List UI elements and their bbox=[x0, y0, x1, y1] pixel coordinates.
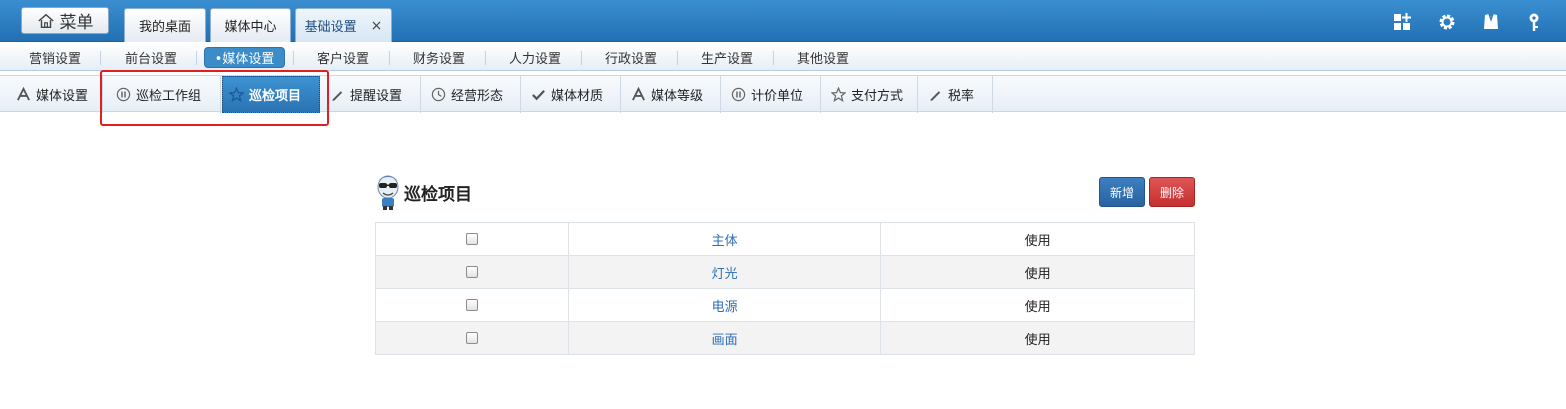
page-title: 巡检项目 bbox=[375, 172, 472, 212]
subnav-label: 税率 bbox=[948, 89, 975, 104]
add-button[interactable]: 新增 bbox=[1099, 177, 1145, 207]
subnav-business-form[interactable]: 经营形态 bbox=[421, 76, 521, 113]
check-icon bbox=[532, 89, 545, 101]
module-nav: 营销设置 前台设置 •媒体设置 客户设置 财务设置 人力设置 行政设置 生产设置… bbox=[0, 43, 1566, 71]
item-name-cell[interactable]: 主体 bbox=[567, 222, 882, 256]
letter-a-icon bbox=[632, 87, 645, 101]
nav-label: 人力设置 bbox=[508, 52, 561, 67]
nav-label: 前台设置 bbox=[124, 52, 177, 67]
page-title-text: 巡检项目 bbox=[404, 184, 472, 205]
subnav-label: 提醒设置 bbox=[350, 89, 403, 104]
subnav-label: 支付方式 bbox=[851, 89, 904, 104]
subnav-media-material[interactable]: 媒体材质 bbox=[521, 76, 621, 113]
nav-media-settings[interactable]: •媒体设置 bbox=[204, 47, 285, 68]
nav-marketing-settings[interactable]: 营销设置 bbox=[18, 47, 92, 68]
nav-label: 行政设置 bbox=[604, 52, 657, 67]
subnav-label: 经营形态 bbox=[451, 89, 504, 104]
table-row: 主体 使用 bbox=[375, 222, 1195, 256]
nav-label: 其他设置 bbox=[796, 52, 849, 67]
nav-divider bbox=[485, 51, 486, 65]
nav-label: •媒体设置 bbox=[214, 52, 275, 67]
menu-button[interactable]: 菜单 bbox=[21, 7, 109, 34]
table-row: 画面 使用 bbox=[375, 321, 1195, 355]
pause-circle-icon bbox=[731, 87, 746, 102]
item-status-cell: 使用 bbox=[880, 288, 1195, 322]
checkbox-cell bbox=[375, 288, 569, 322]
item-status-cell: 使用 bbox=[880, 222, 1195, 256]
letter-a-icon bbox=[17, 87, 30, 101]
subnav-label: 计价单位 bbox=[751, 89, 804, 104]
top-bar: 菜单 我的桌面 媒体中心 基础设置 × bbox=[0, 0, 1566, 42]
row-checkbox[interactable] bbox=[465, 266, 478, 278]
checkbox-cell bbox=[375, 321, 569, 355]
shirt-icon[interactable] bbox=[1481, 12, 1501, 32]
key-icon[interactable] bbox=[1524, 12, 1544, 32]
star-icon bbox=[229, 87, 244, 102]
nav-hr-settings[interactable]: 人力设置 bbox=[498, 47, 572, 68]
tab-my-desktop[interactable]: 我的桌面 bbox=[124, 8, 206, 42]
gear-icon[interactable] bbox=[1437, 12, 1457, 32]
table-row: 灯光 使用 bbox=[375, 255, 1195, 289]
item-name-cell[interactable]: 灯光 bbox=[567, 255, 882, 289]
inspection-items-table: 主体 使用 灯光 使用 电源 使用 画面 使用 bbox=[375, 222, 1195, 355]
tab-label: 我的桌面 bbox=[138, 20, 191, 35]
pencil-icon bbox=[332, 91, 343, 101]
checkbox-cell bbox=[375, 255, 569, 289]
table-row: 电源 使用 bbox=[375, 288, 1195, 322]
subnav-payment-method[interactable]: 支付方式 bbox=[821, 76, 918, 113]
tab-basic-settings[interactable]: 基础设置 × bbox=[295, 8, 392, 42]
nav-divider bbox=[293, 51, 294, 65]
subnav-media-settings[interactable]: 媒体设置 bbox=[6, 76, 103, 113]
home-icon bbox=[37, 13, 54, 28]
subnav-media-level[interactable]: 媒体等级 bbox=[621, 76, 721, 113]
subnav-inspection-items[interactable]: 巡检项目 bbox=[222, 76, 320, 113]
nav-frontend-settings[interactable]: 前台设置 bbox=[114, 47, 188, 68]
pause-circle-icon bbox=[116, 87, 131, 102]
submodule-nav: 媒体设置 巡检工作组 巡检项目 提醒设置 经营形态 媒体材质 媒体等级 计价单位… bbox=[0, 75, 1566, 113]
nav-divider bbox=[773, 51, 774, 65]
nav-finance-settings[interactable]: 财务设置 bbox=[402, 47, 476, 68]
close-icon[interactable]: × bbox=[371, 18, 383, 34]
nav-divider bbox=[389, 51, 390, 65]
nav-other-settings[interactable]: 其他设置 bbox=[786, 47, 860, 68]
subnav-label: 媒体等级 bbox=[651, 89, 704, 104]
menu-label: 菜单 bbox=[59, 13, 94, 33]
item-status-cell: 使用 bbox=[880, 321, 1195, 355]
row-checkbox[interactable] bbox=[465, 332, 478, 344]
row-checkbox[interactable] bbox=[465, 233, 478, 245]
nav-label: 客户设置 bbox=[316, 52, 369, 67]
tab-media-center[interactable]: 媒体中心 bbox=[210, 8, 291, 42]
subnav-label: 媒体设置 bbox=[36, 89, 89, 104]
tab-label: 媒体中心 bbox=[224, 20, 277, 35]
subnav-label: 巡检项目 bbox=[249, 89, 302, 104]
nav-divider bbox=[100, 51, 101, 65]
subnav-label: 媒体材质 bbox=[551, 89, 604, 104]
row-checkbox[interactable] bbox=[465, 299, 478, 311]
item-name-cell[interactable]: 电源 bbox=[567, 288, 882, 322]
nav-label: 财务设置 bbox=[412, 52, 465, 67]
mascot-icon bbox=[377, 175, 399, 210]
subnav-reminder-settings[interactable]: 提醒设置 bbox=[320, 76, 421, 113]
nav-label: 营销设置 bbox=[28, 52, 81, 67]
nav-customer-settings[interactable]: 客户设置 bbox=[306, 47, 380, 68]
subnav-inspection-group[interactable]: 巡检工作组 bbox=[106, 76, 221, 113]
nav-label: 生产设置 bbox=[700, 52, 753, 67]
clock-icon bbox=[431, 87, 446, 102]
item-name-cell[interactable]: 画面 bbox=[567, 321, 882, 355]
subnav-tax-rate[interactable]: 税率 bbox=[918, 76, 993, 113]
star-outline-icon bbox=[831, 87, 846, 102]
tab-label: 基础设置 bbox=[304, 20, 357, 35]
nav-production-settings[interactable]: 生产设置 bbox=[690, 47, 764, 68]
nav-divider bbox=[196, 51, 197, 65]
item-status-cell: 使用 bbox=[880, 255, 1195, 289]
subnav-label: 巡检工作组 bbox=[136, 89, 202, 104]
subnav-pricing-unit[interactable]: 计价单位 bbox=[721, 76, 821, 113]
nav-divider bbox=[581, 51, 582, 65]
checkbox-cell bbox=[375, 222, 569, 256]
nav-divider bbox=[677, 51, 678, 65]
nav-admin-settings[interactable]: 行政设置 bbox=[594, 47, 668, 68]
grid-add-icon[interactable] bbox=[1392, 12, 1412, 32]
delete-button[interactable]: 删除 bbox=[1149, 177, 1195, 207]
pencil-icon bbox=[930, 91, 941, 101]
